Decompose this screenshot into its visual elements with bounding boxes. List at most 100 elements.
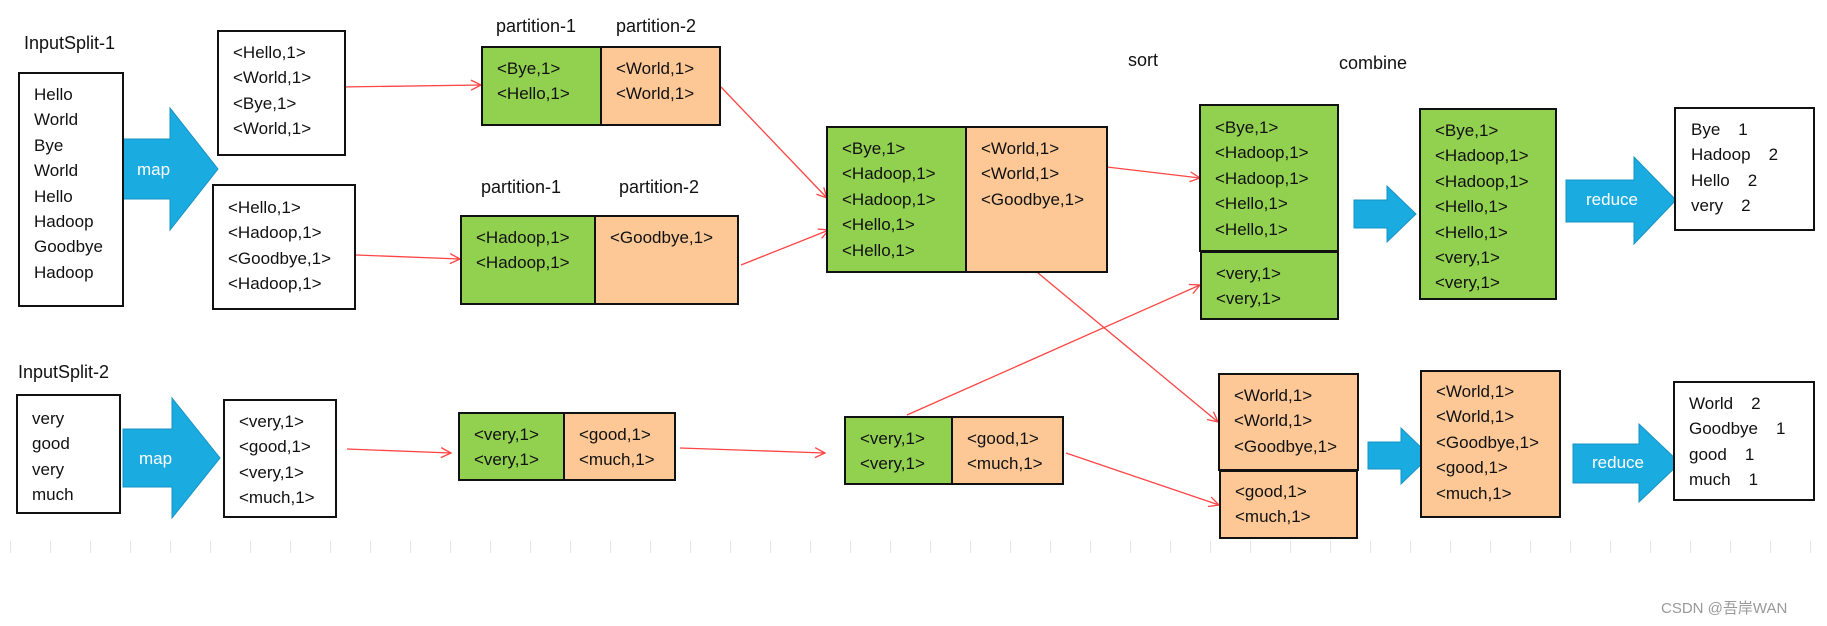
list-item: <Hadoop,1>	[476, 253, 570, 273]
list-item: World	[34, 110, 79, 130]
combine-p1: <Bye,1> <Hadoop,1> <Hadoop,1> <Hello,1> <Hel…	[1419, 108, 1557, 300]
flow-line	[346, 449, 451, 453]
list-item: <Hadoop,1>	[1435, 171, 1529, 191]
list-item: <Goodbye,1>	[228, 248, 332, 268]
result-row: World 2	[1689, 391, 1813, 416]
result-2-box: World 2 Goodbye 1 good 1 much 1	[1673, 381, 1815, 501]
map-label-1: map	[137, 160, 171, 179]
list-item: <Goodbye,1>	[1436, 432, 1540, 452]
list-item: <Goodbye,1>	[610, 228, 714, 247]
partition-c-p2: <good,1> <much,1>	[563, 412, 676, 481]
list-item: <Hello,1>	[228, 198, 301, 217]
map-output-a: <Hello,1> <World,1> <Bye,1> <World,1>	[217, 30, 346, 156]
list-item: <good,1>	[579, 425, 651, 444]
flow-line	[1065, 452, 1219, 505]
partition-1-label: partition-1	[481, 177, 562, 197]
result-word: good	[1689, 444, 1727, 464]
list-item: Hello	[34, 85, 73, 104]
partition-b-p2: <Goodbye,1>	[594, 215, 739, 305]
list-item: <World,1>	[233, 68, 312, 88]
list-item: World	[34, 161, 79, 181]
sort-p1-a: <Bye,1> <Hadoop,1> <Hadoop,1> <Hello,1> <Hel…	[1199, 104, 1339, 252]
combine-p2: <World,1> <World,1> <Goodbye,1> <good,1> <mu…	[1420, 370, 1561, 518]
combine-arrow-1	[1353, 184, 1417, 244]
sort-label: sort	[1128, 50, 1159, 70]
flow-line	[740, 230, 829, 266]
list-item: <Goodbye,1>	[981, 189, 1085, 209]
list-item: <much,1>	[239, 488, 315, 508]
list-item: <very,1>	[1435, 273, 1500, 293]
result-word: Hadoop	[1691, 145, 1751, 165]
list-item: <World,1>	[1234, 386, 1313, 405]
sort-p2-b: <good,1> <much,1>	[1219, 470, 1358, 539]
map-output-b: <Hello,1> <Hadoop,1> <Goodbye,1> <Hadoop,1>	[212, 184, 356, 310]
map-label-2: map	[139, 449, 173, 468]
reduce-label-1: reduce	[1586, 190, 1638, 209]
flow-line	[1037, 272, 1218, 422]
flow-line	[906, 285, 1200, 416]
combine-label: combine	[1339, 53, 1408, 73]
partition-2-label: partition-2	[616, 16, 697, 36]
list-item: Hello	[34, 186, 73, 206]
merged-2-p2: <good,1> <much,1>	[951, 416, 1064, 485]
result-word: Bye	[1691, 120, 1721, 139]
list-item: <good,1>	[1235, 482, 1307, 501]
flow-line	[720, 86, 827, 198]
list-item: <World,1>	[1436, 407, 1515, 427]
result-row: very 2	[1691, 193, 1813, 218]
result-row: Bye 1	[1691, 117, 1813, 142]
list-item: <Hello,1>	[1215, 219, 1288, 239]
list-item: <World,1>	[616, 84, 695, 104]
map-output-c: <very,1> <good,1> <very,1> <much,1>	[223, 399, 337, 518]
list-item: much	[32, 485, 74, 505]
result-word: Hello	[1691, 170, 1730, 190]
merged-2-p1: <very,1> <very,1>	[844, 416, 953, 485]
list-item: <Hello,1>	[1215, 194, 1288, 214]
merged-1-p1: <Bye,1> <Hadoop,1> <Hadoop,1> <Hello,1> <Hel…	[826, 126, 967, 273]
list-item: <good,1>	[239, 437, 311, 457]
flow-line	[679, 448, 825, 453]
result-word: very	[1691, 196, 1724, 216]
result-row: Hello 2	[1691, 168, 1813, 193]
list-item: Hadoop	[34, 212, 94, 232]
list-item: <very,1>	[474, 450, 539, 470]
list-item: <Hadoop,1>	[1215, 168, 1309, 188]
result-row: Hadoop 2	[1691, 142, 1813, 167]
result-count: 2	[1768, 145, 1779, 165]
list-item: <Hello,1>	[1435, 222, 1508, 242]
inputsplit-1-label: InputSplit-1	[24, 33, 116, 53]
partition-a-p2: <World,1> <World,1>	[600, 46, 721, 126]
list-item: <very,1>	[239, 462, 304, 482]
list-item: <World,1>	[233, 119, 312, 139]
list-item: <much,1>	[967, 454, 1043, 474]
list-item: Bye	[34, 135, 64, 155]
list-item: <Hadoop,1>	[228, 274, 322, 294]
result-row: good 1	[1689, 442, 1813, 467]
result-word: much	[1689, 470, 1731, 490]
list-item: <Hadoop,1>	[842, 189, 936, 209]
list-item: <World,1>	[1234, 411, 1313, 431]
list-item: <Bye,1>	[1435, 121, 1499, 140]
list-item: <Hadoop,1>	[228, 223, 322, 243]
input-split-2-box: very good very much	[16, 394, 121, 514]
list-item: <Bye,1>	[1215, 118, 1279, 137]
flow-line	[355, 255, 460, 259]
partition-b-p1: <Hadoop,1> <Hadoop,1>	[460, 215, 596, 305]
watermark: CSDN @吾岸WAN	[1661, 600, 1788, 617]
list-item: <very,1>	[860, 429, 925, 448]
partition-1-label: partition-1	[496, 16, 577, 36]
partition-a-p1: <Bye,1> <Hello,1>	[481, 46, 602, 126]
result-word: World	[1689, 394, 1734, 413]
list-item: <Hadoop,1>	[1215, 143, 1309, 163]
flow-line	[339, 85, 481, 87]
result-count: 2	[1747, 170, 1758, 190]
list-item: <Hello,1>	[1435, 197, 1508, 217]
list-item: <very,1>	[860, 454, 925, 474]
result-count: 1	[1738, 120, 1748, 139]
list-item: <Hello,1>	[497, 84, 570, 104]
result-count: 2	[1741, 196, 1751, 216]
list-item: <Bye,1>	[497, 59, 561, 78]
list-item: <much,1>	[1235, 507, 1311, 527]
list-item: <Hello,1>	[233, 43, 306, 62]
list-item: <good,1>	[967, 429, 1039, 448]
